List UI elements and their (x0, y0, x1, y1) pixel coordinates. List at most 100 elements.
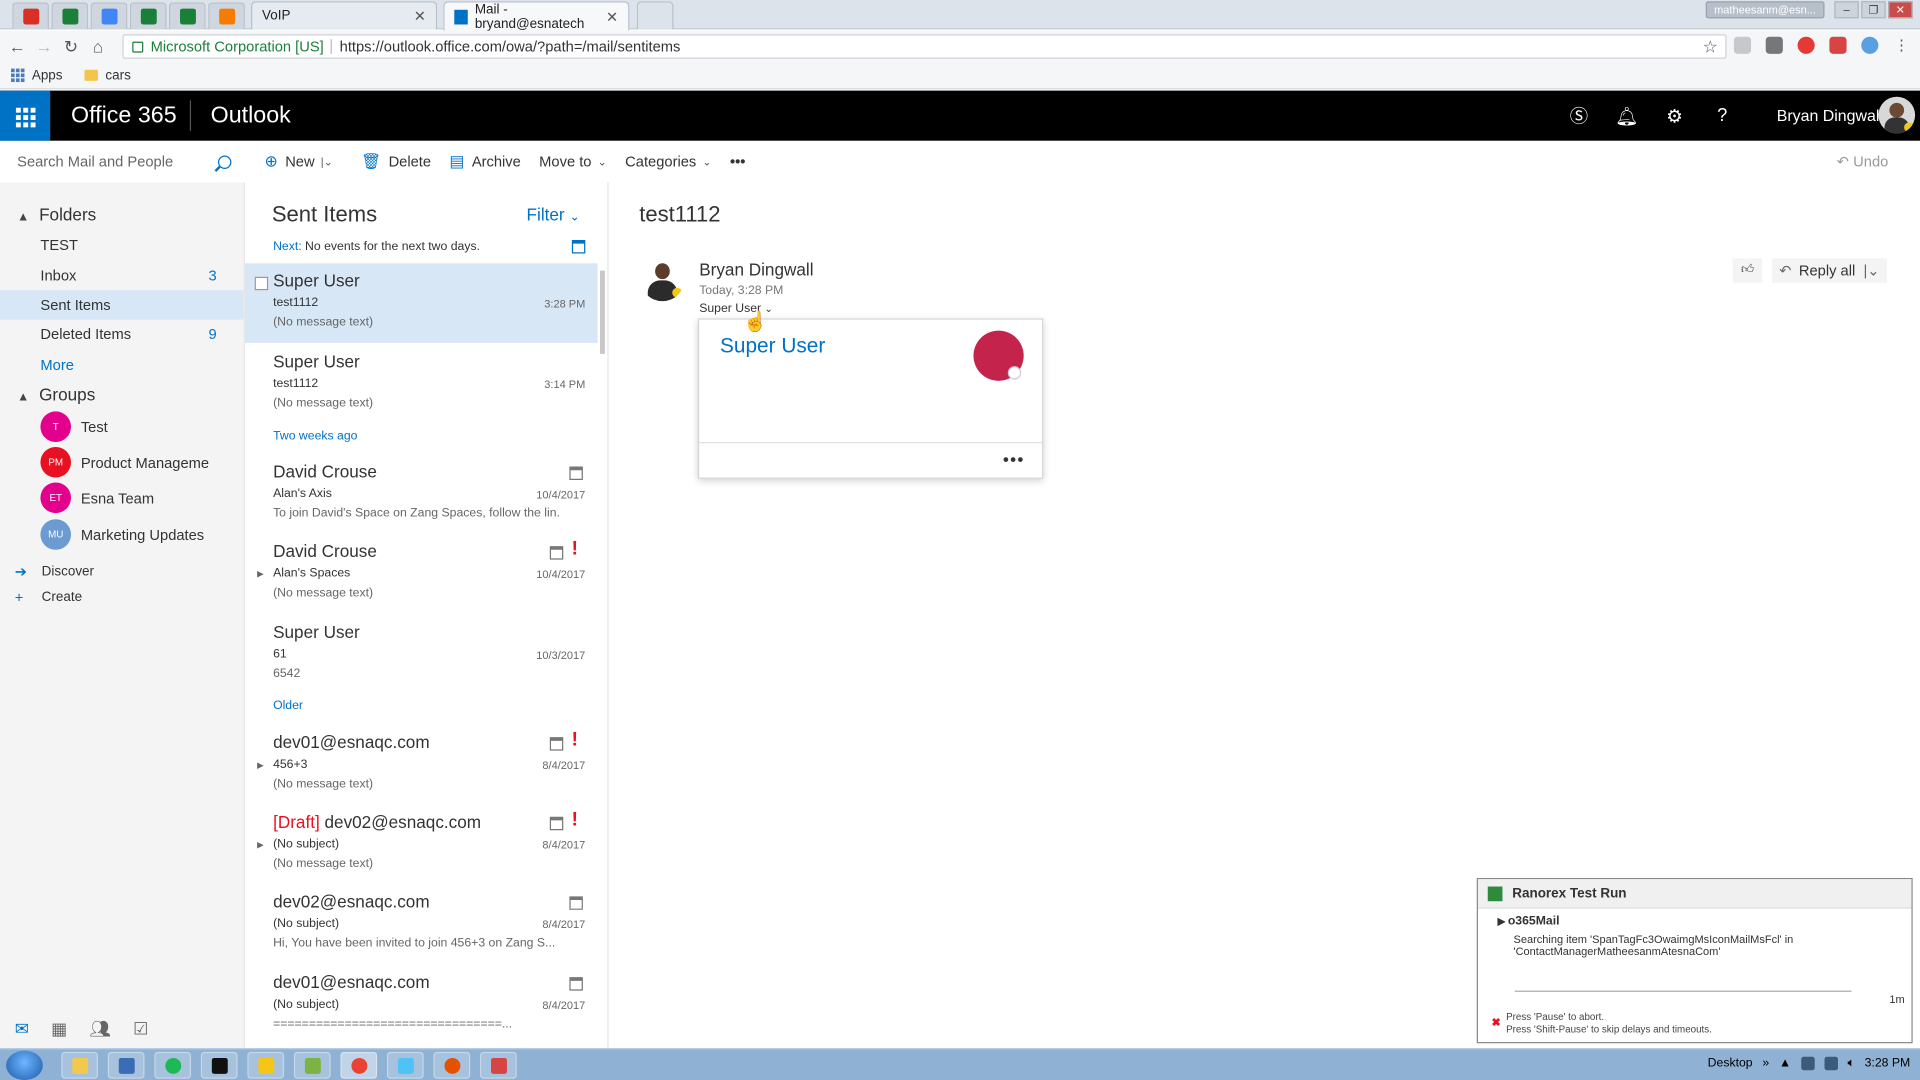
taskbar-app[interactable] (107, 1051, 145, 1079)
tasks-icon[interactable]: ☑ (133, 1018, 148, 1039)
close-tab-icon[interactable]: ✕ (606, 8, 618, 25)
home-icon[interactable]: ⌂ (84, 37, 111, 57)
move-to-button[interactable]: Move to ⌄ (539, 153, 607, 170)
people-icon[interactable]: 👥︎ (89, 1018, 111, 1039)
group-item[interactable]: PM Product Manageme (40, 446, 209, 478)
taskbar-app[interactable] (480, 1051, 517, 1079)
search-box[interactable]: Search Mail and People (0, 141, 244, 183)
double-chevron-icon[interactable]: » (1762, 1057, 1769, 1070)
reply-all-button[interactable]: ↶ Reply all |⌄ (1771, 258, 1887, 283)
undo-button[interactable]: ↶ Undo (1837, 153, 1889, 170)
scrollbar[interactable] (600, 270, 605, 354)
list-item[interactable]: Super User test1112 (No message text) 3:… (245, 344, 598, 424)
tool-icon[interactable] (1829, 36, 1847, 54)
app-launcher-icon[interactable] (0, 90, 51, 141)
menu-icon[interactable]: ⋮ (1893, 37, 1910, 54)
mail-icon[interactable]: ✉ (15, 1018, 29, 1039)
help-icon[interactable]: ? (1698, 91, 1746, 141)
restore-button[interactable]: ❐ (1861, 1, 1886, 19)
opera-icon[interactable] (1797, 36, 1815, 54)
extension-icon[interactable] (1733, 36, 1752, 54)
folders-header[interactable]: ▲ Folders (17, 204, 96, 224)
list-item[interactable]: dev01@esnaqc.com ! ▶ 456+3 (No message t… (245, 725, 598, 805)
suite-brand[interactable]: Office 365 (71, 103, 177, 130)
sender-avatar[interactable] (640, 257, 685, 302)
test-name[interactable]: ▶ o365Mail (1498, 915, 1560, 928)
more-actions-button[interactable]: ••• (1003, 449, 1025, 469)
contact-name[interactable]: Super User (720, 334, 825, 358)
desktop-toolbar[interactable]: Desktop (1708, 1057, 1753, 1070)
list-item[interactable]: David Crouse Alan's Axis To join David's… (245, 454, 598, 534)
user-name[interactable]: Bryan Dingwall (1777, 107, 1883, 125)
pinned-tab-docs[interactable] (90, 2, 128, 30)
bell-icon[interactable]: 🔔︎ (1603, 91, 1651, 141)
app-name[interactable]: Outlook (211, 103, 291, 130)
create-link[interactable]: + Create (15, 589, 82, 606)
close-window-button[interactable]: ✕ (1888, 1, 1913, 19)
categories-button[interactable]: Categories ⌄ (625, 153, 711, 170)
list-item[interactable]: Super User test1112 (No message text) 3:… (244, 263, 598, 343)
profile-chip[interactable]: matheesanm@esn... (1705, 1, 1825, 19)
sync-icon[interactable] (1861, 36, 1879, 54)
search-icon[interactable] (217, 154, 232, 169)
calendar-icon[interactable] (571, 240, 586, 254)
like-button[interactable]: 👍︎ (1732, 258, 1763, 283)
filter-button[interactable]: Filter ⌄ (527, 204, 580, 224)
chevron-down-icon[interactable]: |⌄ (321, 155, 333, 168)
list-item[interactable]: [Draft] dev02@esnaqc.com ! ▶ (No subject… (245, 804, 598, 884)
close-tab-icon[interactable]: ✕ (414, 7, 426, 24)
taskbar-app[interactable] (293, 1051, 331, 1079)
sender-name[interactable]: Bryan Dingwall (699, 260, 813, 280)
pinned-tab-sheets-3[interactable] (168, 2, 206, 30)
folder-sent-items[interactable]: Sent Items (0, 290, 244, 320)
taskbar-app[interactable] (154, 1051, 192, 1079)
folder-inbox[interactable]: Inbox 3 (0, 261, 244, 290)
folder-test[interactable]: TEST (0, 230, 244, 259)
minimize-button[interactable]: – (1834, 1, 1859, 19)
start-button[interactable] (6, 1050, 43, 1080)
group-item[interactable]: T Test (40, 411, 108, 443)
apps-grid-icon[interactable] (11, 68, 25, 83)
search-input[interactable]: Search Mail and People (17, 153, 173, 170)
tray-icon[interactable] (1800, 1056, 1815, 1071)
list-item[interactable]: Super User 61 6542 10/3/2017 (245, 615, 598, 695)
pinned-tab-gmail[interactable] (12, 2, 49, 30)
list-item[interactable]: David Crouse ! ▶ Alan's Spaces (No messa… (245, 534, 598, 614)
archive-button[interactable]: ▤ Archive (449, 152, 520, 172)
back-icon[interactable]: ← (4, 37, 31, 57)
avatar[interactable] (1878, 96, 1916, 134)
bookmark-star-icon[interactable]: ☆ (1703, 36, 1718, 57)
next-events[interactable]: Next: No events for the next two days. (273, 240, 586, 254)
expand-icon[interactable]: ▶ (257, 840, 264, 850)
expand-icon[interactable]: ▶ (257, 569, 264, 580)
list-item[interactable]: dev01@esnaqc.com (No subject) ==========… (245, 965, 598, 1045)
pinned-tab-sheets-2[interactable] (129, 2, 167, 30)
chevron-down-icon[interactable]: |⌄ (1863, 262, 1879, 279)
pinned-tab-sheets-1[interactable] (51, 2, 89, 30)
groups-header[interactable]: ▲ Groups (17, 384, 95, 404)
new-tab-button[interactable] (636, 1, 674, 30)
network-icon[interactable] (1824, 1056, 1838, 1071)
tab-voip[interactable]: VoIP ✕ (251, 1, 438, 30)
abort-icon[interactable]: ✖ (1491, 1016, 1500, 1029)
tray-arrow-icon[interactable]: ▲ (1779, 1057, 1791, 1070)
url-field[interactable]: Microsoft Corporation [US] https://outlo… (122, 34, 1727, 59)
taskbar-app[interactable] (386, 1051, 424, 1079)
tab-mail[interactable]: Mail - bryand@esnatech ✕ (443, 1, 630, 31)
new-button[interactable]: ⊕ New |⌄ (264, 152, 332, 172)
taskbar-app[interactable] (61, 1051, 98, 1079)
select-checkbox[interactable] (254, 276, 269, 291)
folder-deleted-items[interactable]: Deleted Items 9 (0, 320, 244, 349)
reload-icon[interactable]: ↻ (58, 36, 85, 57)
forward-icon[interactable]: → (31, 37, 58, 57)
discover-link[interactable]: ➔ Discover (15, 563, 94, 580)
expand-icon[interactable]: ▶ (257, 760, 264, 771)
pinned-tab-app[interactable] (208, 2, 245, 30)
extension-icon[interactable] (1765, 36, 1783, 54)
taskbar-app[interactable] (200, 1051, 238, 1079)
group-item[interactable]: ET Esna Team (40, 482, 154, 514)
taskbar-app[interactable] (433, 1051, 471, 1079)
folders-more-link[interactable]: More (0, 350, 244, 379)
taskbar-app[interactable] (247, 1051, 285, 1079)
group-item[interactable]: MU Marketing Updates (40, 519, 204, 550)
